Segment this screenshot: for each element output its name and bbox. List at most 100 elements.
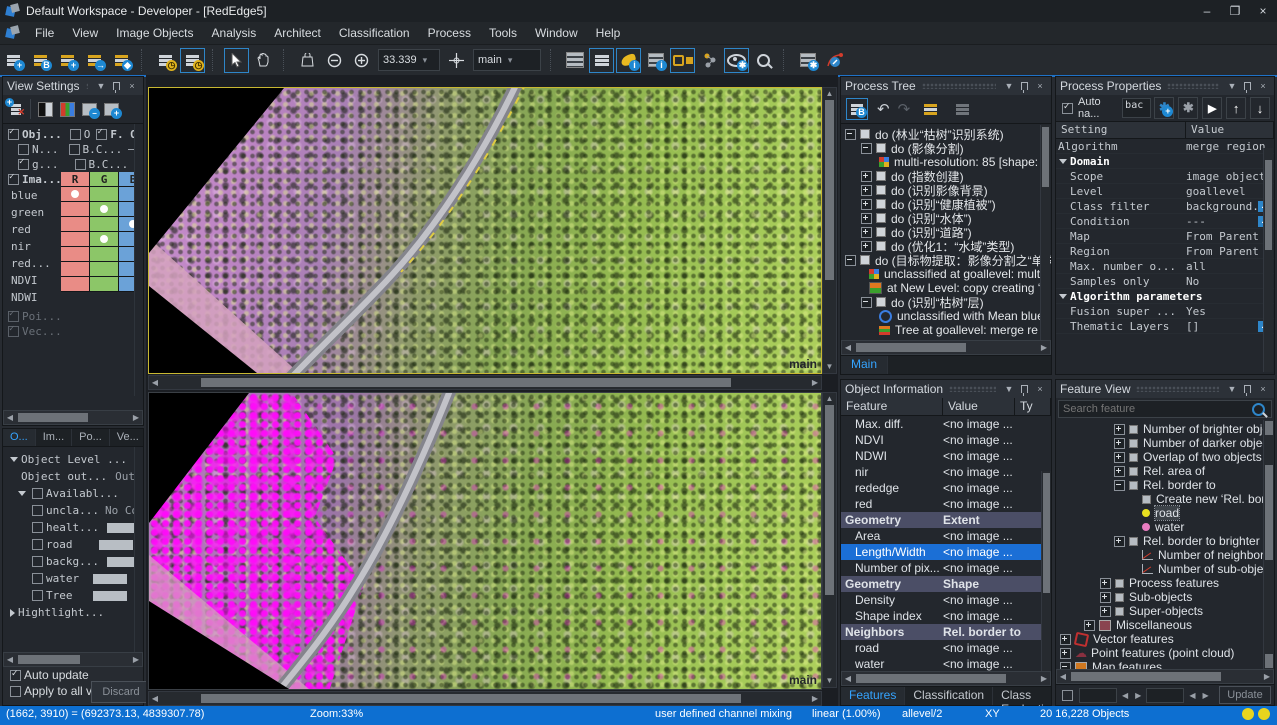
checkbox[interactable]: [32, 522, 43, 533]
tree-row[interactable]: Hightlight...: [7, 604, 143, 621]
edit-mixing-icon[interactable]: +✕: [5, 98, 27, 120]
auto-name-checkbox[interactable]: [1062, 103, 1073, 114]
expand-icon[interactable]: [861, 213, 872, 224]
vertical-scrollbar[interactable]: [1040, 125, 1050, 340]
checkbox[interactable]: [32, 488, 43, 499]
tab-main[interactable]: Main: [841, 356, 888, 374]
scrollbar-thumb[interactable]: [856, 674, 1006, 683]
feature-item[interactable]: Rel. area of: [1056, 464, 1274, 478]
mix-row-ndwi[interactable]: [61, 277, 143, 292]
sample-brush-icon[interactable]: [697, 48, 722, 73]
panel-close-icon[interactable]: ×: [1256, 81, 1270, 91]
panel-menu-icon[interactable]: ▼: [1002, 384, 1016, 394]
collapse-icon[interactable]: [861, 143, 872, 154]
pin-icon[interactable]: [113, 82, 120, 90]
pin-icon[interactable]: [1244, 82, 1251, 90]
checkbox-o[interactable]: [70, 129, 81, 140]
import-scene-icon[interactable]: →: [82, 48, 107, 73]
horizontal-scrollbar[interactable]: ◀▶: [841, 671, 1051, 686]
mix-row-nir[interactable]: [61, 232, 143, 247]
checkbox-fo[interactable]: [96, 129, 107, 140]
process-row[interactable]: unclassified at goallevel: multi-: [845, 267, 1051, 281]
delete-process-icon[interactable]: [951, 98, 973, 120]
panel-menu-icon[interactable]: ▼: [1002, 81, 1016, 91]
checkbox[interactable]: [32, 505, 43, 516]
tree-row[interactable]: Object out...Outli: [7, 468, 143, 485]
process-name-field[interactable]: bac: [1122, 98, 1151, 118]
tree-row[interactable]: healt...: [7, 519, 143, 536]
menu-image-objects[interactable]: Image Objects: [107, 22, 202, 44]
menu-tools[interactable]: Tools: [480, 22, 526, 44]
edit-algorithm-icon[interactable]: ✱: [1178, 97, 1198, 119]
tab-objects[interactable]: O...: [3, 429, 36, 446]
tree-row-points[interactable]: Poi...: [5, 309, 62, 324]
split-views-icon[interactable]: [589, 48, 614, 73]
panel-close-icon[interactable]: ×: [125, 81, 139, 91]
feature-search-input[interactable]: [1059, 403, 1252, 415]
feature-group-row[interactable]: NeighborsRel. border to: [841, 624, 1051, 640]
feature-item[interactable]: Number of brighter objec: [1056, 422, 1274, 436]
pan-hand-icon[interactable]: [251, 48, 276, 73]
panel-close-icon[interactable]: ×: [1256, 384, 1270, 394]
range-max-input[interactable]: [1146, 688, 1184, 703]
expand-icon[interactable]: [1084, 620, 1095, 631]
horizontal-scrollbar-top[interactable]: ◀▶: [148, 375, 822, 390]
apply-all-checkbox[interactable]: [10, 686, 21, 697]
expand-icon[interactable]: [1114, 424, 1125, 435]
property-row[interactable]: Max. number o...all: [1056, 259, 1274, 274]
discard-button[interactable]: Discard: [91, 681, 151, 703]
minimize-button[interactable]: –: [1193, 1, 1221, 21]
pin-icon[interactable]: [1244, 385, 1251, 393]
image-viewer-bottom[interactable]: main: [148, 392, 822, 690]
panel-menu-icon[interactable]: ▼: [1225, 81, 1239, 91]
process-row[interactable]: Tree at goallevel: merge re: [845, 323, 1051, 337]
menu-architect[interactable]: Architect: [265, 22, 330, 44]
xy-status[interactable]: XY: [985, 708, 1000, 720]
feature-item-water[interactable]: water: [1056, 520, 1274, 534]
execute-icon[interactable]: ▶: [1202, 97, 1222, 119]
feature-item[interactable]: Number of sub-objects: [1056, 562, 1274, 576]
vertical-scrollbar-top[interactable]: ▲▼: [822, 87, 837, 374]
tab-points[interactable]: Po...: [72, 429, 110, 446]
range-min-input[interactable]: [1079, 688, 1117, 703]
property-row[interactable]: Fusion super ...Yes: [1056, 304, 1274, 319]
expand-icon[interactable]: [1114, 536, 1125, 547]
radio-dot[interactable]: [100, 235, 108, 243]
vertical-scrollbar[interactable]: [1263, 148, 1273, 372]
checkbox[interactable]: [32, 573, 43, 584]
expand-icon[interactable]: [1100, 592, 1111, 603]
vertical-scrollbar-bottom[interactable]: ▲▼: [822, 392, 837, 688]
vertical-scrollbar[interactable]: [1263, 420, 1274, 669]
view-layer-icon[interactable]: i: [616, 48, 641, 73]
feature-item[interactable]: Rel. border to brighter ob: [1056, 534, 1274, 548]
feature-row[interactable]: road<no image ...: [841, 640, 1051, 656]
menu-analysis[interactable]: Analysis: [203, 22, 266, 44]
decrease-icon[interactable]: ◀: [1187, 691, 1197, 700]
manage-features-icon[interactable]: ✱: [795, 48, 820, 73]
mix-row-blue[interactable]: [61, 187, 143, 202]
radio-dot[interactable]: [71, 190, 79, 198]
feature-item[interactable]: Miscellaneous: [1056, 618, 1274, 632]
menu-process[interactable]: Process: [419, 22, 480, 44]
panel-menu-icon[interactable]: ▼: [94, 81, 108, 91]
expand-icon[interactable]: [861, 171, 872, 182]
run-process-icon[interactable]: [919, 98, 941, 120]
scrollbar-thumb[interactable]: [18, 655, 80, 664]
single-view-icon[interactable]: [562, 48, 587, 73]
property-row[interactable]: Samples onlyNo: [1056, 274, 1274, 289]
redo-icon[interactable]: ↷: [898, 100, 911, 118]
feature-row[interactable]: Shape index<no image ...: [841, 608, 1051, 624]
tree-root[interactable]: Object Level ...: [7, 451, 143, 468]
feature-row[interactable]: red<no image ...: [841, 496, 1051, 512]
feature-group-row[interactable]: GeometryExtent: [841, 512, 1051, 528]
tree-row-vectors[interactable]: Vec...: [5, 324, 62, 339]
feature-row[interactable]: nir<no image ...: [841, 464, 1051, 480]
select-cursor-icon[interactable]: [224, 48, 249, 73]
expand-icon[interactable]: [861, 185, 872, 196]
feature-item[interactable]: Create new ‘Rel. borde: [1056, 492, 1274, 506]
algorithm-settings-icon[interactable]: ✱+: [1154, 97, 1174, 119]
feature-item[interactable]: Sub-objects: [1056, 590, 1274, 604]
decrease-icon[interactable]: ◀: [1120, 691, 1130, 700]
show-samples-icon[interactable]: [670, 48, 695, 73]
view-select-combo[interactable]: main▾: [473, 49, 541, 71]
